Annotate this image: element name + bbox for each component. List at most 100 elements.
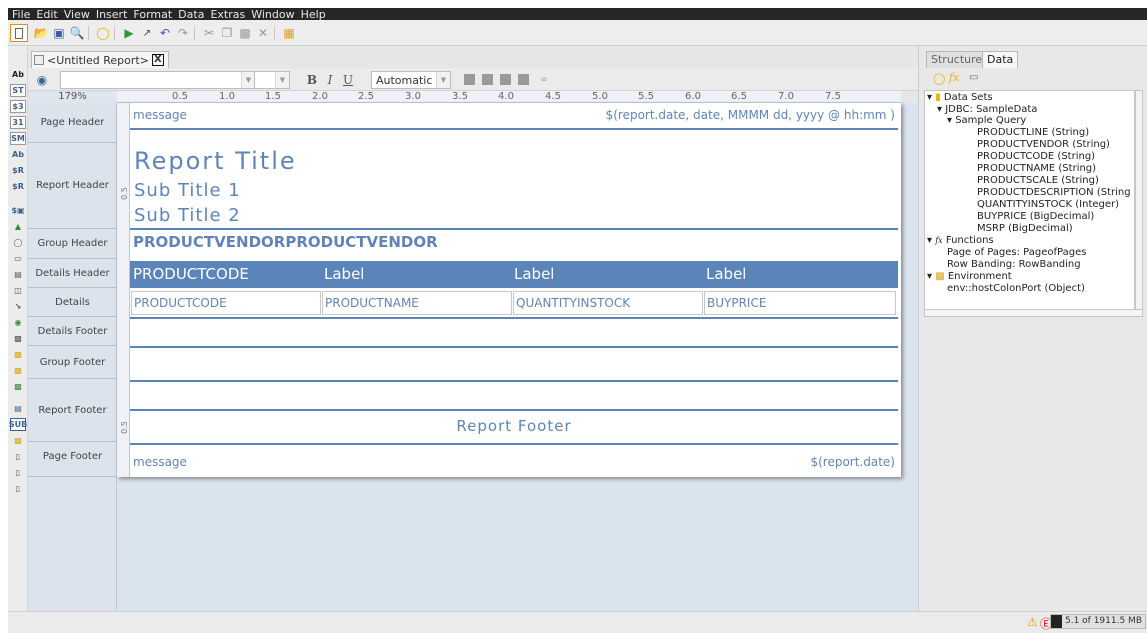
menu-file[interactable]: File bbox=[12, 8, 30, 21]
tree-field[interactable]: PRODUCTLINE (String) bbox=[977, 127, 1089, 139]
rectangle-tool-icon[interactable]: ▭ bbox=[10, 252, 26, 265]
label-tool-icon[interactable]: Ab bbox=[10, 68, 26, 81]
save-icon[interactable]: ▣ bbox=[50, 24, 68, 42]
details-header-productcode[interactable]: PRODUCTCODE bbox=[133, 265, 249, 283]
tab-structure[interactable]: Structure bbox=[926, 51, 988, 68]
tree-node-query[interactable]: ▾ Sample Query bbox=[947, 115, 1026, 127]
italic-button[interactable]: I bbox=[322, 72, 338, 88]
select-pointer-icon[interactable]: ↗ bbox=[138, 24, 156, 42]
add-datasource-icon[interactable]: ◯ bbox=[933, 72, 945, 85]
page-footer-date[interactable]: $(report.date) bbox=[810, 455, 895, 469]
tree-function-item[interactable]: Row Banding: RowBanding bbox=[947, 259, 1081, 271]
subtitle-2[interactable]: Sub Title 2 bbox=[134, 205, 241, 226]
vertical-line-tool-icon[interactable]: ◫ bbox=[10, 284, 26, 297]
publish-icon[interactable]: ▦ bbox=[280, 24, 298, 42]
font-family-combo[interactable]: ▼ bbox=[60, 71, 256, 89]
open-folder-icon[interactable]: 📂 bbox=[32, 24, 50, 42]
image-tool-icon[interactable]: ▲ bbox=[10, 220, 26, 233]
text-field-tool-icon[interactable]: ST bbox=[10, 84, 26, 97]
tab-untitled-report[interactable]: <Untitled Report> X bbox=[31, 51, 169, 68]
page-icon[interactable]: ▯ bbox=[10, 450, 26, 463]
add-parameter-icon[interactable]: ▭ bbox=[969, 72, 978, 83]
menu-edit[interactable]: Edit bbox=[36, 8, 57, 21]
tree-env-item[interactable]: env::hostColonPort (Object) bbox=[947, 283, 1085, 295]
page-header-band[interactable]: message $(report.date, date, MMMM dd, yy… bbox=[130, 103, 898, 127]
underline-button[interactable]: U bbox=[340, 72, 356, 88]
report-header-band[interactable]: Report Title Sub Title 1 Sub Title 2 bbox=[130, 146, 898, 226]
datasource-icon[interactable]: ◯ bbox=[94, 24, 112, 42]
paste-icon[interactable]: ▩ bbox=[236, 24, 254, 42]
memory-indicator[interactable]: 5.1 of 1911.5 MB bbox=[1050, 614, 1146, 629]
align-justify-icon[interactable] bbox=[518, 74, 529, 85]
add-function-icon[interactable]: fx bbox=[949, 71, 959, 84]
band-label-report-header[interactable]: Report Header bbox=[28, 143, 117, 229]
new-report-icon[interactable] bbox=[10, 24, 28, 42]
preview-icon[interactable]: 🔍 bbox=[68, 24, 86, 42]
band-label-group-footer[interactable]: Group Footer bbox=[28, 346, 117, 379]
survey-scale-tool-icon[interactable]: ↘ bbox=[10, 300, 26, 313]
document-2-icon[interactable]: ▯ bbox=[10, 482, 26, 495]
delete-icon[interactable]: ✕ bbox=[254, 24, 272, 42]
tree-field[interactable]: PRODUCTVENDOR (String) bbox=[977, 139, 1110, 151]
page-header-message[interactable]: message bbox=[133, 108, 187, 122]
tree-field[interactable]: QUANTITYINSTOCK (Integer) bbox=[977, 199, 1119, 211]
band-label-group-header[interactable]: Group Header bbox=[28, 229, 117, 259]
tree-field[interactable]: PRODUCTSCALE (String) bbox=[977, 175, 1099, 187]
resource-message-tool-icon[interactable]: $R bbox=[10, 180, 26, 193]
band-label-details-header[interactable]: Details Header bbox=[28, 259, 117, 288]
details-band[interactable]: PRODUCTCODE PRODUCTNAME QUANTITYINSTOCK … bbox=[130, 290, 898, 316]
report-title[interactable]: Report Title bbox=[134, 147, 297, 175]
details-header-label[interactable]: Label bbox=[706, 265, 746, 283]
bold-button[interactable]: B bbox=[304, 72, 320, 88]
details-quantityinstock[interactable]: QUANTITYINSTOCK bbox=[513, 291, 703, 315]
close-tab-icon[interactable]: X bbox=[151, 54, 164, 66]
tree-vertical-scrollbar[interactable] bbox=[1135, 90, 1143, 316]
font-size-combo[interactable]: ▼ bbox=[254, 71, 290, 89]
run-icon[interactable]: ▶ bbox=[120, 24, 138, 42]
tree-node-data-sets[interactable]: ▾ ▮ Data Sets bbox=[927, 92, 993, 104]
resource-label-tool-icon[interactable]: Ab bbox=[10, 148, 26, 161]
band-label-details[interactable]: Details bbox=[28, 288, 117, 317]
tree-field[interactable]: MSRP (BigDecimal) bbox=[977, 223, 1073, 235]
horizontal-line-tool-icon[interactable]: ▤ bbox=[10, 268, 26, 281]
menu-data[interactable]: Data bbox=[178, 8, 204, 21]
tree-field[interactable]: BUYPRICE (BigDecimal) bbox=[977, 211, 1094, 223]
toc-tool-icon[interactable]: ▩ bbox=[10, 380, 26, 393]
redo-icon[interactable]: ↷ bbox=[174, 24, 192, 42]
subreport-tool-icon[interactable]: ▩ bbox=[10, 364, 26, 377]
menu-view[interactable]: View bbox=[64, 8, 90, 21]
tree-node-environment[interactable]: ▾ ▩ Environment bbox=[927, 271, 1012, 283]
cut-icon[interactable]: ✂ bbox=[200, 24, 218, 42]
tab-data[interactable]: Data bbox=[982, 51, 1019, 68]
details-header-label[interactable]: Label bbox=[514, 265, 554, 283]
color-combo[interactable]: Automatic ▼ bbox=[371, 71, 451, 89]
subtitle-1[interactable]: Sub Title 1 bbox=[134, 180, 241, 201]
tree-field[interactable]: PRODUCTCODE (String) bbox=[977, 151, 1095, 163]
page-footer-message[interactable]: message bbox=[133, 455, 187, 469]
menu-extras[interactable]: Extras bbox=[210, 8, 245, 21]
message-field-tool-icon[interactable]: SM bbox=[10, 132, 26, 145]
align-center-icon[interactable] bbox=[482, 74, 493, 85]
tree-function-item[interactable]: Page of Pages: PageofPages bbox=[947, 247, 1086, 259]
tree-field[interactable]: PRODUCTDESCRIPTION (String bbox=[977, 187, 1131, 199]
page-header-date[interactable]: $(report.date, date, MMMM dd, yyyy @ hh:… bbox=[606, 108, 895, 122]
band-label-page-header[interactable]: Page Header bbox=[28, 103, 117, 143]
page-footer-band[interactable]: message $(report.date) bbox=[130, 447, 898, 474]
details-header-band[interactable]: PRODUCTCODE Label Label Label bbox=[130, 261, 898, 288]
details-footer-band[interactable] bbox=[130, 320, 898, 345]
group-header-field[interactable]: PRODUCTVENDORPRODUCTVENDOR bbox=[133, 233, 438, 251]
menu-format[interactable]: Format bbox=[133, 8, 172, 21]
ellipse-tool-icon[interactable]: ◯ bbox=[10, 236, 26, 249]
band-label-report-footer[interactable]: Report Footer bbox=[28, 379, 117, 442]
details-productname[interactable]: PRODUCTNAME bbox=[322, 291, 512, 315]
band-label-page-footer[interactable]: Page Footer bbox=[28, 442, 117, 477]
report-footer-band[interactable]: Report Footer bbox=[130, 412, 898, 442]
align-left-icon[interactable] bbox=[464, 74, 475, 85]
number-field-tool-icon[interactable]: $3 bbox=[10, 100, 26, 113]
align-right-icon[interactable] bbox=[500, 74, 511, 85]
menu-window[interactable]: Window bbox=[251, 8, 294, 21]
undo-icon[interactable]: ↶ bbox=[156, 24, 174, 42]
link-icon[interactable]: ∞ bbox=[536, 72, 552, 88]
index-icon[interactable]: SUB bbox=[9, 418, 27, 431]
tree-node-functions[interactable]: ▾ fx Functions bbox=[927, 235, 994, 247]
